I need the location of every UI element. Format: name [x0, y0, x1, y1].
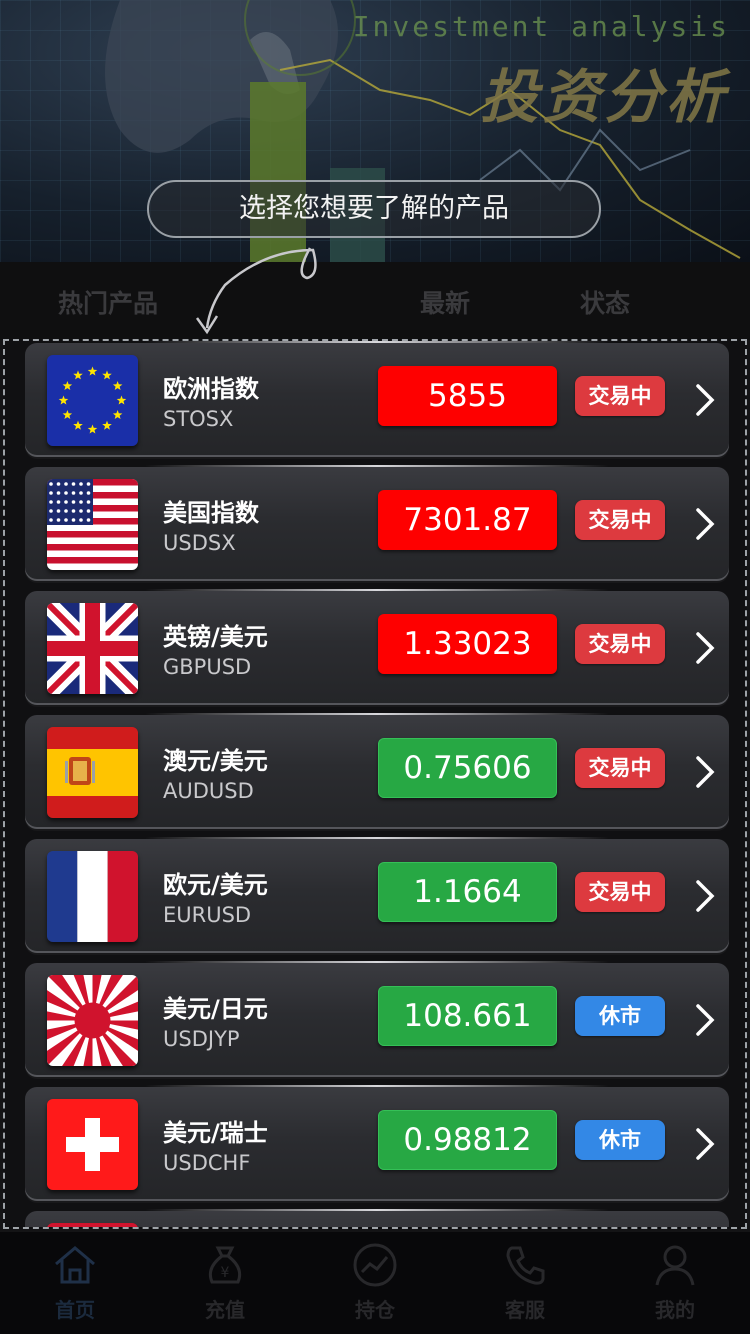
product-code: GBPUSD	[163, 655, 252, 679]
product-row[interactable]: 美国指数 USDSX 7301.87 交易中	[25, 465, 729, 581]
home-icon	[55, 1246, 95, 1284]
spain-flag-icon	[47, 727, 138, 818]
product-name: 美元/瑞士	[163, 1119, 268, 1147]
product-name: 欧洲指数	[163, 375, 259, 403]
latest-price: 0.98812	[378, 1110, 557, 1170]
header-status: 状态	[580, 289, 631, 318]
product-row[interactable]: 澳元/美元 AUDUSD 0.75606 交易中	[25, 713, 729, 829]
partial-flag-icon	[47, 1223, 138, 1227]
tab-positions-label: 持仓	[355, 1298, 395, 1322]
eu-flag-icon	[47, 355, 138, 446]
chevron-right-icon[interactable]	[693, 879, 717, 913]
product-name: 英镑/美元	[163, 623, 268, 651]
latest-price: 108.661	[378, 986, 557, 1046]
tab-recharge-label: 充值	[205, 1298, 245, 1322]
chart-icon	[353, 1243, 397, 1287]
tab-home[interactable]: 首页	[0, 1232, 150, 1334]
france-flag-icon	[47, 851, 138, 942]
header-hot-products: 热门产品	[58, 289, 159, 318]
hero-chinese-title: 投资分析	[479, 63, 728, 131]
product-code: USDSX	[163, 531, 236, 555]
money-bag-icon: ¥	[208, 1246, 242, 1284]
curved-arrow-icon	[195, 247, 317, 335]
uk-flag-icon	[47, 603, 138, 694]
tab-positions[interactable]: 持仓	[300, 1232, 450, 1334]
status-badge: 休市	[575, 996, 665, 1036]
status-badge: 交易中	[575, 872, 665, 912]
product-row[interactable]: 欧元/美元 EURUSD 1.1664 交易中	[25, 837, 729, 953]
status-badge: 交易中	[575, 376, 665, 416]
us-flag-icon	[47, 479, 138, 570]
product-name: 欧元/美元	[163, 871, 268, 899]
swiss-flag-icon	[47, 1099, 138, 1190]
chevron-right-icon[interactable]	[693, 755, 717, 789]
product-row[interactable]: 美元/日元 USDJYP 108.661 休市	[25, 961, 729, 1077]
hero-banner: Investment analysis 投资分析 选择您想要了解的产品	[0, 0, 750, 262]
phone-icon	[506, 1246, 545, 1285]
product-name: 澳元/美元	[163, 747, 268, 775]
chevron-right-icon[interactable]	[693, 1127, 717, 1161]
tab-service-label: 客服	[505, 1298, 545, 1322]
status-badge: 交易中	[575, 500, 665, 540]
status-badge: 休市	[575, 1120, 665, 1160]
chevron-right-icon[interactable]	[693, 383, 717, 417]
product-list: 欧洲指数 STOSX 5855 交易中 美国指数 USDSX 7301.87 交易中 英镑/美元…	[3, 339, 747, 1229]
latest-price: 1.33023	[378, 614, 557, 674]
latest-price: 7301.87	[378, 490, 557, 550]
tab-mine[interactable]: 我的	[600, 1232, 750, 1334]
latest-price: 5855	[378, 366, 557, 426]
table-header: 热门产品 最新 状态	[0, 262, 750, 340]
status-badge: 交易中	[575, 748, 665, 788]
product-row-partial[interactable]	[25, 1209, 729, 1227]
chevron-right-icon[interactable]	[693, 1003, 717, 1037]
chevron-right-icon[interactable]	[693, 631, 717, 665]
user-icon	[655, 1245, 695, 1286]
product-row[interactable]: 美元/瑞士 USDCHF 0.98812 休市	[25, 1085, 729, 1201]
product-code: USDJYP	[163, 1027, 240, 1051]
latest-price: 1.1664	[378, 862, 557, 922]
product-row[interactable]: 欧洲指数 STOSX 5855 交易中	[25, 341, 729, 457]
product-row[interactable]: 英镑/美元 GBPUSD 1.33023 交易中	[25, 589, 729, 705]
hint-pill: 选择您想要了解的产品	[147, 180, 601, 238]
product-code: STOSX	[163, 407, 234, 431]
tab-mine-label: 我的	[655, 1298, 695, 1322]
svg-text:¥: ¥	[221, 1265, 230, 1281]
tab-recharge[interactable]: ¥ 充值	[150, 1232, 300, 1334]
hero-english-title: Investment analysis	[352, 10, 730, 43]
chevron-right-icon[interactable]	[693, 507, 717, 541]
tab-home-label: 首页	[55, 1298, 95, 1322]
tab-service[interactable]: 客服	[450, 1232, 600, 1334]
product-name: 美元/日元	[163, 995, 268, 1023]
status-badge: 交易中	[575, 624, 665, 664]
latest-price: 0.75606	[378, 738, 557, 798]
product-code: USDCHF	[163, 1151, 251, 1175]
product-name: 美国指数	[163, 499, 259, 527]
bottom-tab-bar: 首页 ¥ 充值 持仓 客服 我的	[0, 1232, 750, 1334]
product-code: AUDUSD	[163, 779, 254, 803]
header-latest: 最新	[420, 289, 471, 318]
product-code: EURUSD	[163, 903, 252, 927]
rising-sun-flag-icon	[47, 975, 138, 1066]
